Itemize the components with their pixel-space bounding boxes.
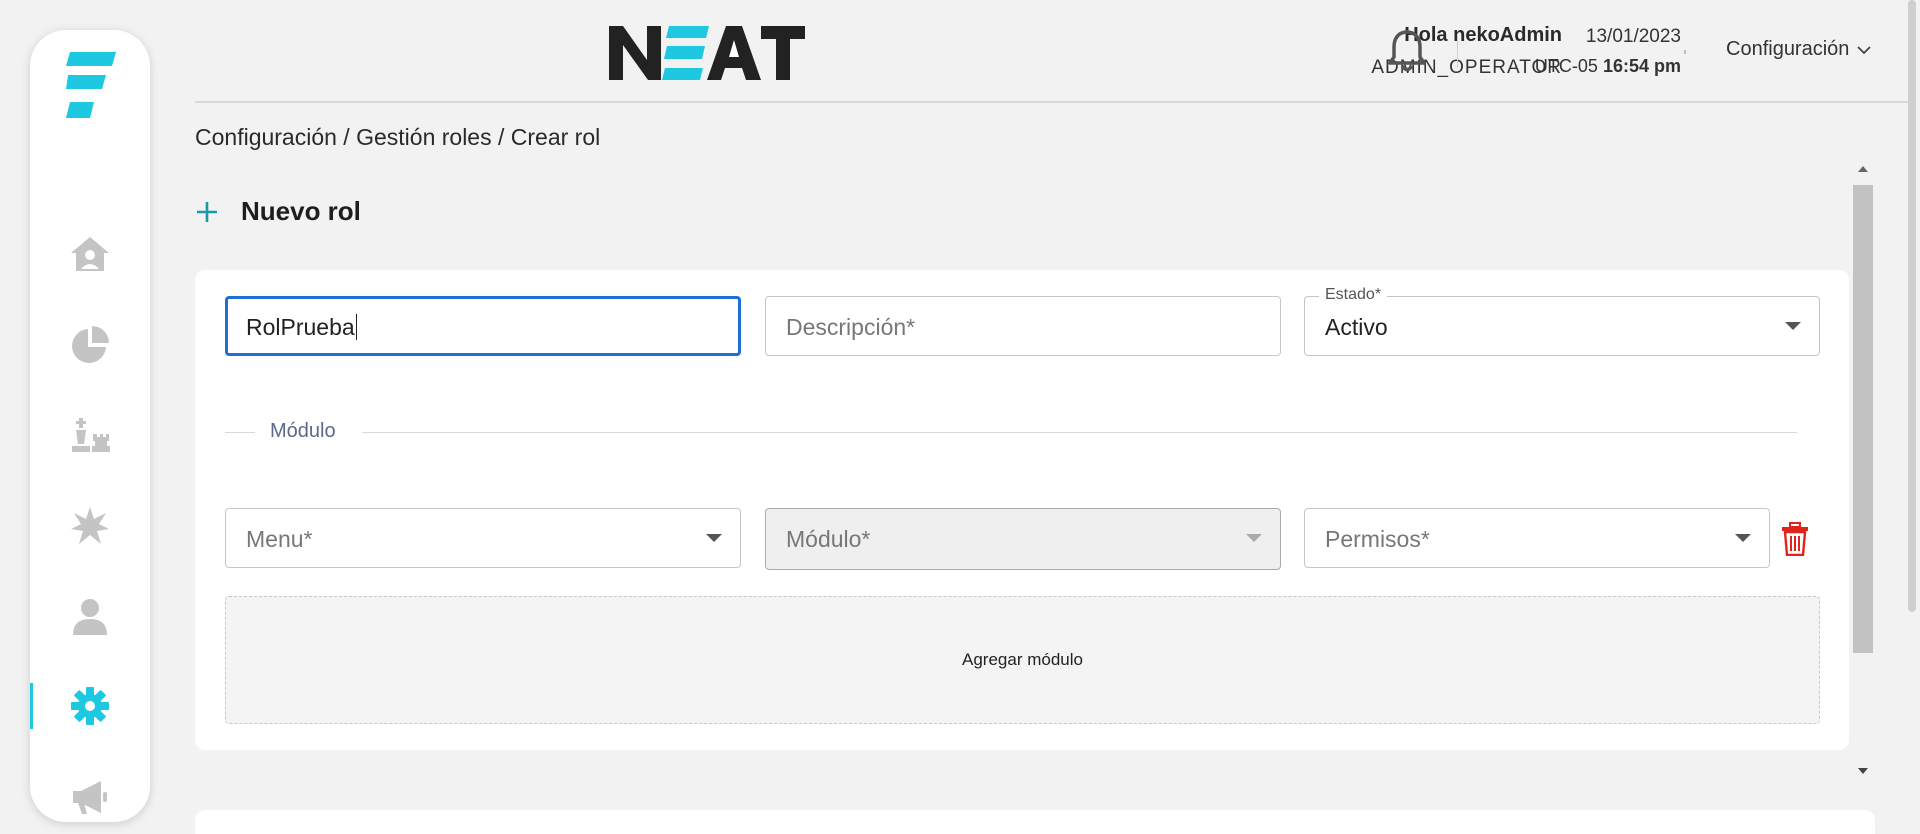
permissions-placeholder: Permisos* xyxy=(1325,526,1430,552)
permissions-select[interactable]: Permisos* xyxy=(1304,508,1770,568)
dropdown-arrow-icon xyxy=(1246,534,1262,542)
neat-logo[interactable] xyxy=(609,18,805,86)
role-name-value: RolPrueba xyxy=(246,314,357,340)
status-value: Activo xyxy=(1325,314,1388,340)
status-label: Estado* xyxy=(1319,286,1388,304)
time-value: 16:54 pm xyxy=(1602,56,1681,76)
description-input[interactable]: Descripción* xyxy=(765,296,1281,356)
chevron-down-icon xyxy=(1857,45,1872,54)
configuration-menu[interactable]: Configuración xyxy=(1726,38,1872,61)
pie-chart-icon xyxy=(72,326,109,363)
sidebar-item-strategy[interactable] xyxy=(30,405,150,465)
app-logo-icon[interactable] xyxy=(66,52,116,122)
sidebar-item-users[interactable] xyxy=(30,586,150,646)
sidebar-item-incidents[interactable] xyxy=(30,496,150,556)
current-date: 13/01/2023 xyxy=(1585,26,1681,47)
chess-icon xyxy=(72,418,110,452)
burst-icon xyxy=(71,507,109,544)
plus-icon[interactable] xyxy=(195,200,219,224)
sidebar-item-announcements[interactable] xyxy=(30,767,150,827)
sidebar xyxy=(30,30,150,822)
user-icon xyxy=(73,599,107,635)
section-divider-right xyxy=(362,432,1797,433)
secondary-card xyxy=(195,810,1875,834)
configuration-menu-label: Configuración xyxy=(1726,38,1850,60)
header-dot xyxy=(1684,50,1686,54)
dropdown-arrow-icon xyxy=(1785,322,1801,330)
date-time: 13/01/2023 UTC-05 16:54 pm xyxy=(1535,26,1681,77)
module-select[interactable]: Módulo* xyxy=(765,508,1281,570)
bell-icon[interactable] xyxy=(1385,28,1429,74)
page-title-row: Nuevo rol xyxy=(195,196,361,227)
page-title: Nuevo rol xyxy=(241,196,361,226)
sidebar-item-settings[interactable] xyxy=(30,676,150,736)
current-time: UTC-05 16:54 pm xyxy=(1535,56,1681,77)
module-placeholder: Módulo* xyxy=(786,526,871,552)
timezone: UTC-05 xyxy=(1534,56,1598,76)
breadcrumb[interactable]: Configuración / Gestión roles / Crear ro… xyxy=(195,124,600,151)
role-name-input[interactable]: RolPrueba xyxy=(225,296,741,356)
top-header: Hola nekoAdmin ADMIN_OPERATOR 13/01/2023… xyxy=(195,0,1915,103)
header-divider xyxy=(1457,34,1458,68)
gear-icon xyxy=(71,687,109,725)
add-module-button[interactable]: Agregar módulo xyxy=(225,596,1820,724)
module-section-label: Módulo xyxy=(270,420,336,442)
text-caret xyxy=(355,314,357,340)
megaphone-icon xyxy=(73,781,107,814)
scroll-up-arrow-icon[interactable] xyxy=(1858,166,1868,172)
status-select[interactable]: Estado* Activo xyxy=(1304,286,1820,356)
active-indicator xyxy=(30,683,33,729)
home-user-icon xyxy=(71,237,109,271)
dropdown-arrow-icon xyxy=(1735,534,1751,542)
content-scrollbar-thumb[interactable] xyxy=(1853,185,1873,653)
menu-select[interactable]: Menu* xyxy=(225,508,741,568)
sidebar-item-reports[interactable] xyxy=(30,315,150,375)
scroll-down-arrow-icon[interactable] xyxy=(1858,768,1868,774)
trash-icon[interactable] xyxy=(1780,522,1810,556)
sidebar-item-home[interactable] xyxy=(30,224,150,284)
menu-placeholder: Menu* xyxy=(246,526,313,552)
section-divider-left xyxy=(225,432,255,433)
description-placeholder: Descripción* xyxy=(786,314,916,340)
page-scrollbar-thumb[interactable] xyxy=(1908,0,1916,612)
dropdown-arrow-icon xyxy=(706,534,722,542)
add-module-label: Agregar módulo xyxy=(962,650,1083,669)
